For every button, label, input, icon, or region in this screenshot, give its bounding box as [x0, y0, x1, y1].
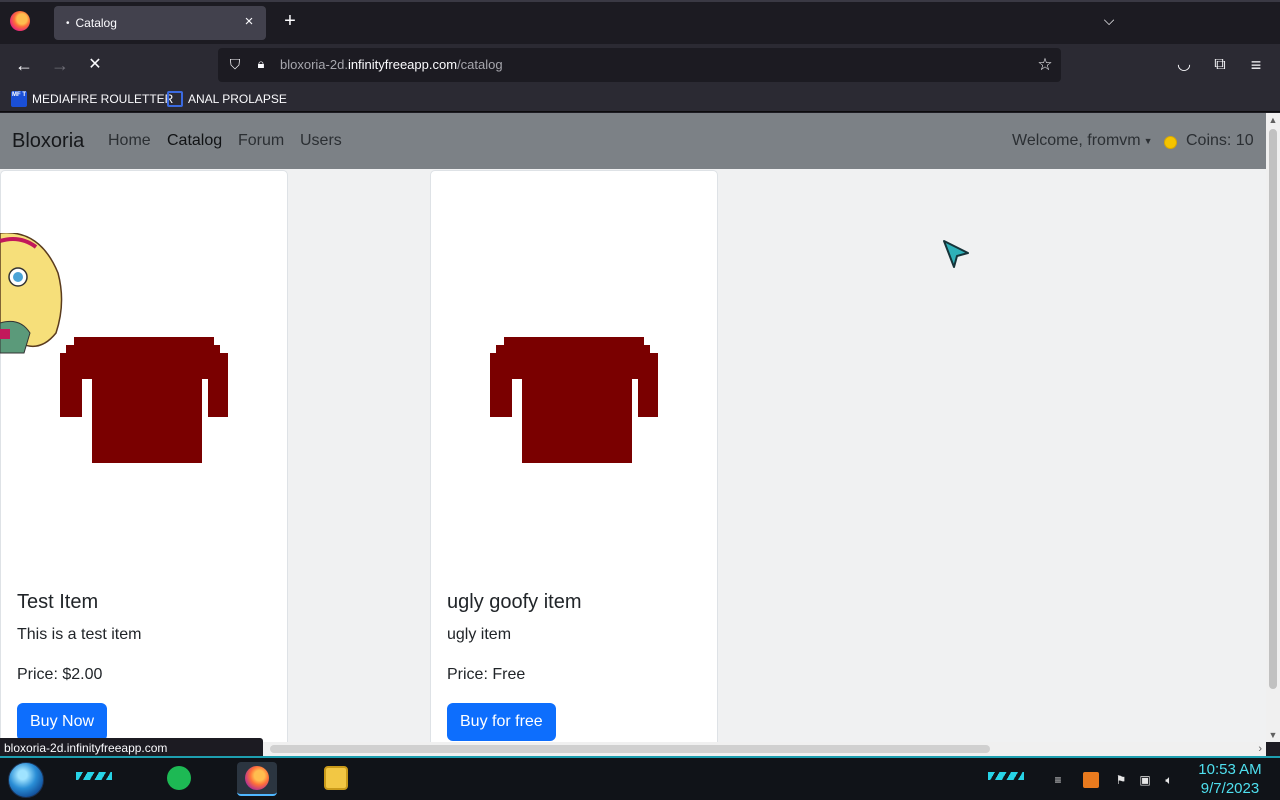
close-tab-icon[interactable]: × — [240, 13, 258, 31]
sigma-icon — [167, 91, 183, 107]
tracking-protection-shield-icon[interactable]: ⛉ — [226, 56, 244, 74]
scroll-right-arrow-icon[interactable]: › — [1258, 742, 1262, 756]
tray-app-icon[interactable] — [1083, 772, 1099, 788]
user-dropdown[interactable]: Welcome, fromvm ▼ — [1012, 132, 1153, 150]
nav-link-forum[interactable]: Forum — [238, 132, 284, 150]
item-price: Price: Free — [447, 666, 526, 683]
pocket-icon[interactable]: ◡ — [1173, 54, 1195, 76]
mediafire-icon: MF T — [11, 91, 27, 107]
extensions-icon[interactable]: ⧉ — [1209, 54, 1231, 76]
app-menu-icon[interactable]: ≡ — [1245, 54, 1267, 76]
taskbar-firefox-app[interactable] — [237, 762, 277, 796]
buy-now-button[interactable]: Buy Now — [17, 703, 108, 741]
clock-time: 10:53 AM — [1198, 761, 1262, 778]
bookmark-anal-prolapse[interactable]: ANAL PROLAPSE — [167, 90, 287, 108]
url-bar[interactable]: ⛉ 🔒︎ bloxoria-2d.infinityfreeapp.com/cat… — [218, 48, 1061, 82]
nav-link-users[interactable]: Users — [300, 132, 342, 150]
tab-bar-top-line — [0, 0, 1280, 2]
site-navbar: Bloxoria Home Catalog Forum Users Welcom… — [0, 113, 1266, 169]
tab-catalog[interactable]: • Catalog × — [54, 6, 266, 40]
file-explorer-icon — [324, 766, 348, 790]
url-host-prefix: bloxoria-2d. — [280, 57, 348, 72]
browser-navigation-toolbar: ← → ✕ ⛉ 🔒︎ bloxoria-2d.infinityfreeapp.c… — [0, 44, 1280, 86]
new-tab-button[interactable]: + — [280, 11, 300, 31]
browser-tab-bar: • Catalog × + ⌵ — [0, 0, 1280, 44]
url-path: /catalog — [457, 57, 503, 72]
bookmark-star-icon[interactable]: ☆ — [1035, 55, 1055, 75]
site-brand-link[interactable]: Bloxoria — [12, 130, 84, 153]
taskbar-notes-app[interactable] — [159, 762, 199, 796]
vertical-scrollbar[interactable]: ▲ ▼ — [1266, 113, 1280, 742]
shirt-item-image[interactable] — [60, 337, 228, 463]
taskbar-file-explorer-app[interactable] — [316, 762, 356, 796]
os-taskbar: ≡ ⚑ ▣ 🔈︎ 10:53 AM 9/7/2023 — [0, 756, 1280, 800]
scroll-down-arrow-icon[interactable]: ▼ — [1266, 728, 1280, 742]
buy-for-free-button[interactable]: Buy for free — [447, 703, 556, 741]
tab-title: Catalog — [75, 16, 117, 30]
url-host-domain: infinityfreeapp.com — [347, 57, 458, 72]
forward-icon[interactable]: → — [49, 54, 71, 76]
vertical-scrollbar-thumb[interactable] — [1269, 129, 1277, 689]
bookmark-label: MEDIAFIRE ROULETTER — [32, 92, 174, 106]
tray-overflow-icon[interactable]: ≡ — [1050, 772, 1066, 788]
bookmark-mediafire-rouletter[interactable]: MF T MEDIAFIRE ROULETTER — [11, 90, 173, 108]
network-icon[interactable]: ▣ — [1137, 772, 1153, 788]
action-center-flag-icon[interactable]: ⚑ — [1113, 772, 1129, 788]
item-price: Price: $2.00 — [17, 666, 103, 683]
caret-down-icon: ▼ — [1143, 135, 1153, 146]
firefox-icon — [245, 766, 269, 790]
shirt-item-image[interactable] — [490, 337, 658, 463]
nav-link-home[interactable]: Home — [108, 132, 151, 150]
page-content: Bloxoria Home Catalog Forum Users Welcom… — [0, 113, 1266, 742]
tab-loading-dot: • — [66, 17, 70, 29]
item-title: ugly goofy item — [447, 591, 582, 613]
firefox-logo-icon[interactable] — [10, 11, 30, 31]
bookmark-label: ANAL PROLAPSE — [188, 92, 287, 106]
coin-icon — [1164, 136, 1177, 149]
coins-balance: Coins: 10 — [1186, 132, 1254, 149]
stop-loading-icon[interactable]: ✕ — [84, 54, 106, 76]
taskbar-decoration — [76, 772, 112, 780]
notes-app-icon — [167, 766, 191, 790]
clock-date: 9/7/2023 — [1200, 780, 1260, 797]
scroll-up-arrow-icon[interactable]: ▲ — [1266, 113, 1280, 127]
link-status-bar: bloxoria-2d.infinityfreeapp.com — [0, 738, 263, 758]
taskbar-clock[interactable]: 10:53 AM 9/7/2023 — [1190, 760, 1270, 798]
back-icon[interactable]: ← — [13, 54, 35, 76]
site-security-lock-icon[interactable]: 🔒︎ — [252, 56, 270, 74]
welcome-text: Welcome, fromvm — [1012, 132, 1141, 149]
horizontal-scrollbar-thumb[interactable] — [270, 745, 990, 753]
start-orb-icon[interactable] — [8, 762, 44, 798]
item-title: Test Item — [17, 591, 99, 613]
item-description: This is a test item — [17, 626, 142, 643]
nav-link-catalog[interactable]: Catalog — [167, 132, 222, 150]
list-all-tabs-icon[interactable]: ⌵ — [1100, 12, 1118, 30]
volume-icon[interactable]: 🔈︎ — [1161, 772, 1177, 788]
bookmarks-toolbar: MF T MEDIAFIRE ROULETTER ANAL PROLAPSE — [0, 86, 1280, 112]
catalog-item-card: ugly goofy item ugly item Price: Free Bu… — [430, 170, 718, 742]
item-description: ugly item — [447, 626, 512, 643]
taskbar-decoration — [988, 772, 1024, 780]
cartoon-mascot-overlay — [0, 233, 63, 354]
url-text[interactable]: bloxoria-2d.infinityfreeapp.com/catalog — [280, 57, 503, 72]
mouse-cursor-icon — [943, 240, 969, 268]
